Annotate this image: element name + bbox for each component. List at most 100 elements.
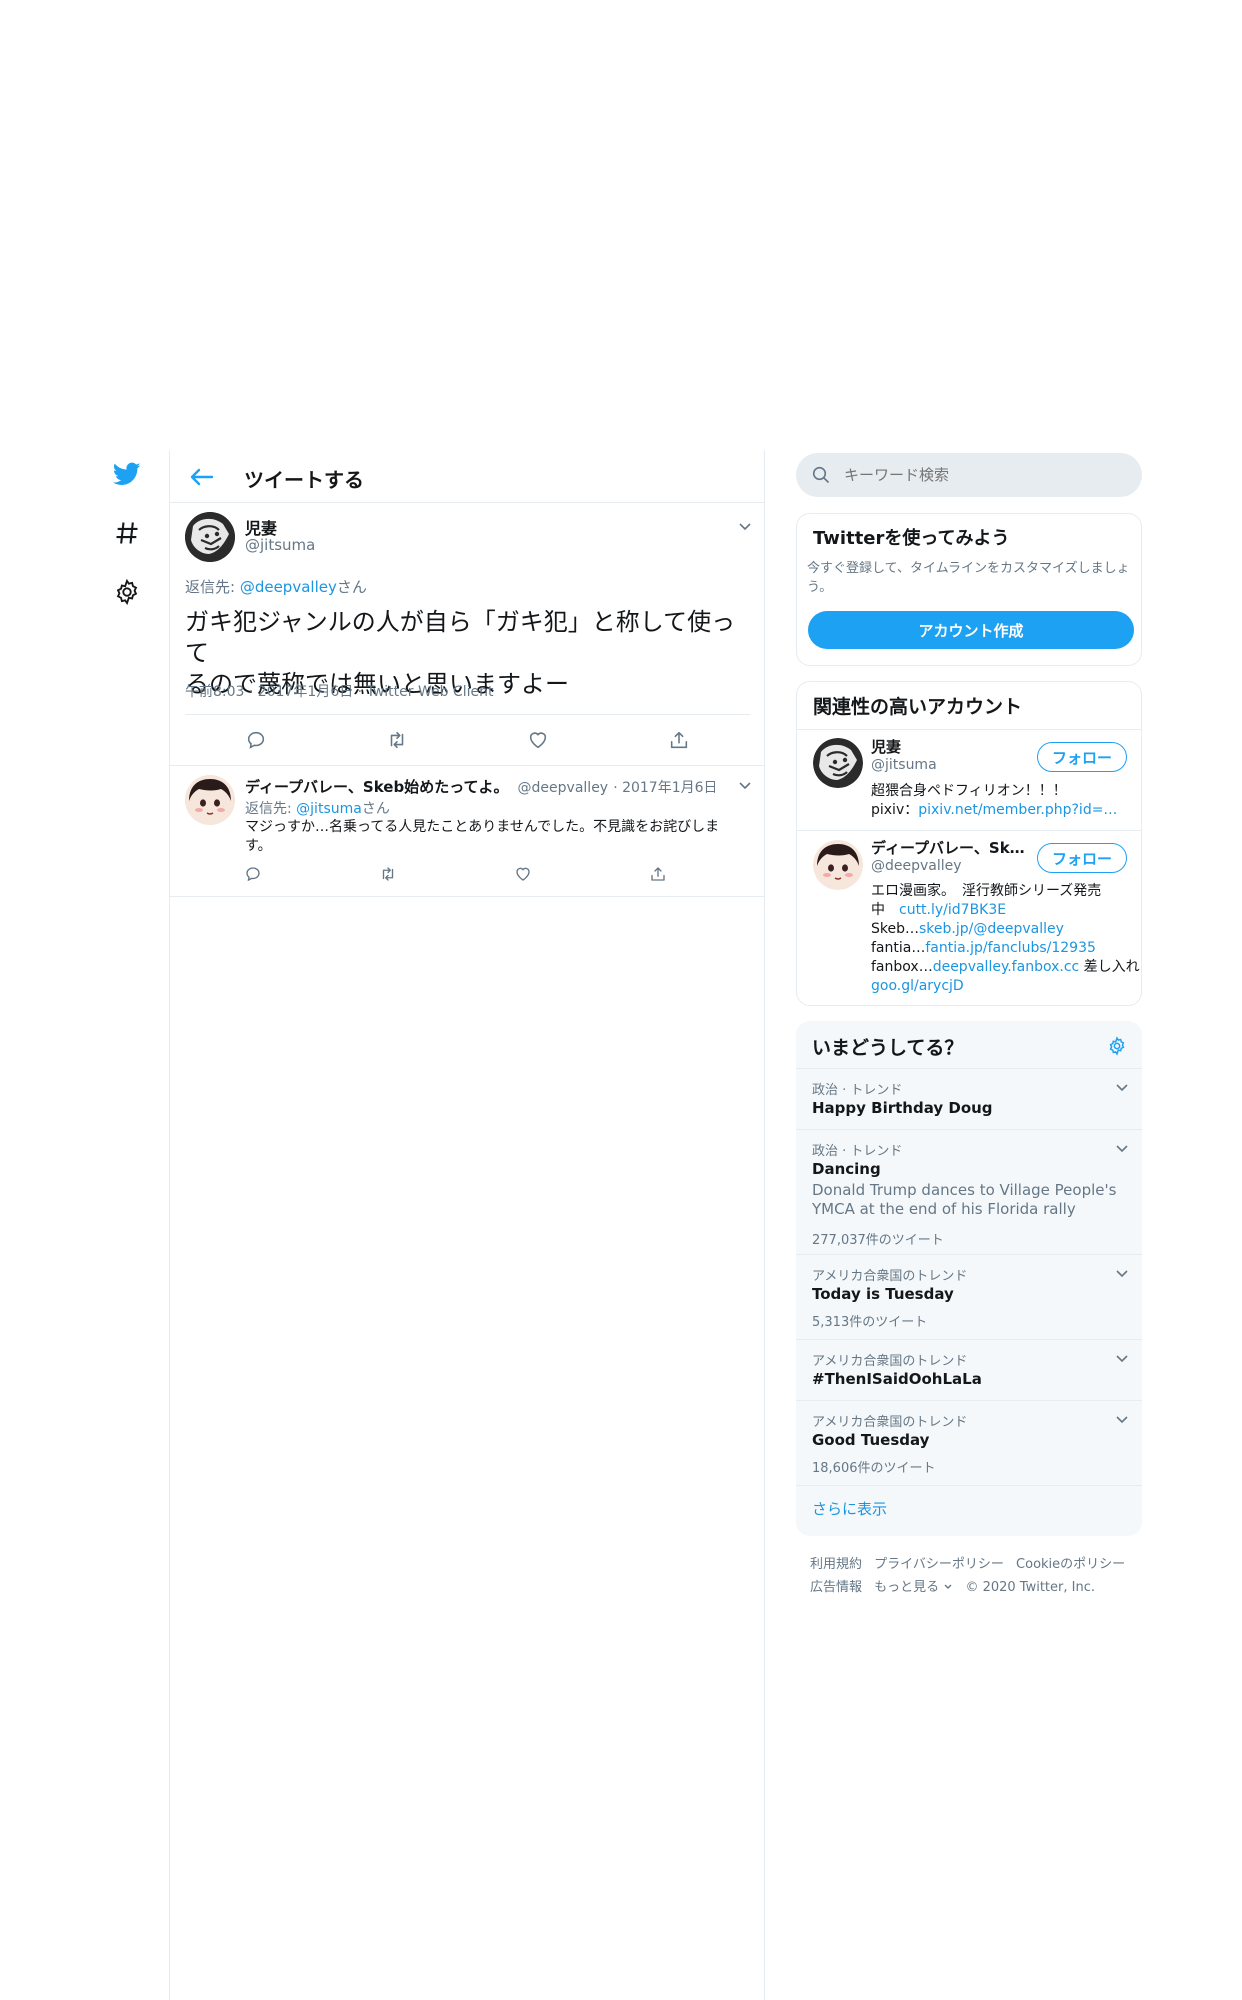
- follow-button[interactable]: フォロー: [1037, 843, 1127, 873]
- trend-description-line: Donald Trump dances to Village People's: [812, 1181, 1117, 1199]
- bio-link[interactable]: skeb.jp/@deepvalley: [919, 921, 1064, 937]
- share-icon[interactable]: [668, 729, 692, 753]
- search-input[interactable]: [844, 463, 1124, 487]
- settings-icon[interactable]: [1107, 1036, 1127, 1056]
- reply-to-link[interactable]: @deepvalley: [240, 578, 337, 596]
- tweet-timestamp[interactable]: 午前8:03 · 2017年1月6日 · Twitter Web Client: [185, 681, 493, 701]
- chevron-down-icon[interactable]: [1114, 1079, 1130, 1095]
- retweet-icon[interactable]: [379, 865, 403, 889]
- trend-name: Happy Birthday Doug: [812, 1099, 993, 1117]
- reply-text: マジっすか…名乗ってる人見たことありませんでした。不見識をお詫びしま す。: [245, 818, 755, 856]
- avatar[interactable]: [185, 512, 235, 562]
- reply-icon[interactable]: [244, 865, 268, 889]
- like-icon[interactable]: [514, 865, 538, 889]
- trend-category: アメリカ合衆国のトレンド: [812, 1354, 968, 1369]
- trend-name: Dancing: [812, 1160, 881, 1178]
- settings-icon[interactable]: [111, 576, 143, 608]
- reply-to-link[interactable]: @jitsuma: [296, 801, 362, 817]
- footer-privacy-link[interactable]: プライバシーポリシー: [874, 1557, 1004, 1572]
- account-name[interactable]: ディープバレー、Sk…: [871, 837, 1031, 858]
- trend-description-line: YMCA at the end of his Florida rally: [812, 1200, 1076, 1218]
- tweet-divider: [185, 714, 750, 715]
- reply-icon[interactable]: [245, 729, 269, 753]
- account-handle[interactable]: @jitsuma: [871, 757, 937, 773]
- bio-text: Skeb…: [871, 921, 919, 937]
- show-more-link[interactable]: さらに表示: [812, 1498, 887, 1519]
- bio-link[interactable]: deepvalley.fanbox.cc: [933, 959, 1080, 975]
- chevron-down-icon[interactable]: [1114, 1411, 1130, 1427]
- bio-link[interactable]: goo.gl/arycjD: [871, 978, 964, 994]
- footer-cookie-link[interactable]: Cookieのポリシー: [1016, 1557, 1125, 1572]
- bio-link[interactable]: cutt.ly/id7BK3E: [899, 902, 1006, 918]
- like-icon[interactable]: [527, 729, 551, 753]
- main-column-right-border: [764, 450, 765, 2000]
- bio-link[interactable]: pixiv.net/member.php?id=…: [918, 802, 1117, 818]
- search-bar[interactable]: [796, 453, 1142, 497]
- reply-author-name[interactable]: ディープバレー、Skeb始めたってよ。: [245, 778, 508, 796]
- header-divider: [170, 502, 764, 503]
- follow-button[interactable]: フォロー: [1037, 742, 1127, 772]
- trend-name: Good Tuesday: [812, 1431, 930, 1449]
- account-handle[interactable]: @deepvalley: [871, 858, 962, 874]
- reply-date[interactable]: · 2017年1月6日: [613, 780, 715, 796]
- trend-item[interactable]: アメリカ合衆国のトレンド #ThenISaidOohLaLa: [796, 1340, 1142, 1400]
- reply-divider: [170, 896, 764, 897]
- trend-divider: [796, 1485, 1142, 1486]
- trend-item[interactable]: 政治 · トレンド Happy Birthday Doug: [796, 1069, 1142, 1129]
- bio-text: pixiv：: [871, 802, 919, 818]
- chevron-down-icon[interactable]: [943, 1580, 953, 1595]
- chevron-down-icon[interactable]: [1114, 1140, 1130, 1156]
- account-bio-line: Skeb…skeb.jp/@deepvalley: [871, 920, 1133, 939]
- trend-name: Today is Tuesday: [812, 1285, 954, 1303]
- chevron-down-icon[interactable]: [1114, 1265, 1130, 1281]
- chevron-down-icon[interactable]: [1114, 1350, 1130, 1366]
- account-bio-line: 超猥合身ペドフィリオン！！！: [871, 783, 1067, 799]
- footer-links-row2: 広告情報 もっと見る © 2020 Twitter, Inc.: [810, 1576, 1095, 1595]
- tweet-author-handle[interactable]: @jitsuma: [245, 536, 315, 554]
- account-bio-line: fantia…fantia.jp/fanclubs/12935: [871, 939, 1133, 958]
- share-icon[interactable]: [649, 865, 673, 889]
- related-accounts-card: 関連性の高いアカウント 児妻 @jitsuma フォロー 超猥合身ペドフィリオン…: [796, 681, 1142, 1006]
- bio-text: fantia…: [871, 940, 926, 956]
- trends-card: いまどうしてる？ 政治 · トレンド Happy Birthday Doug 政…: [796, 1021, 1142, 1536]
- reply-text-line: す。: [245, 838, 272, 854]
- footer-copyright: © 2020 Twitter, Inc.: [965, 1580, 1095, 1595]
- footer-more-link[interactable]: もっと見る: [874, 1580, 939, 1595]
- avatar[interactable]: [185, 775, 235, 825]
- page-title: ツイートする: [244, 468, 364, 492]
- signup-description-line: う。: [807, 580, 833, 595]
- account-name[interactable]: 児妻: [871, 736, 901, 757]
- hashtag-icon[interactable]: [111, 517, 143, 549]
- avatar[interactable]: [813, 840, 863, 890]
- bio-link[interactable]: fantia.jp/fanclubs/12935: [925, 940, 1096, 956]
- create-account-button[interactable]: アカウント作成: [808, 611, 1134, 649]
- twitter-bird-icon[interactable]: [111, 458, 143, 490]
- signup-card: Twitterを使ってみよう 今すぐ登録して、タイムラインをカスタマイズしましょ…: [796, 513, 1142, 666]
- trend-item[interactable]: アメリカ合衆国のトレンド Good Tuesday 18,606件のツイート: [796, 1401, 1142, 1485]
- account-bio-line: goo.gl/arycjD: [871, 977, 1133, 996]
- trend-category: 政治 · トレンド: [812, 1083, 903, 1098]
- footer-ads-link[interactable]: 広告情報: [810, 1580, 862, 1595]
- trend-item[interactable]: 政治 · トレンド Dancing Donald Trump dances to…: [796, 1130, 1142, 1254]
- trend-item[interactable]: アメリカ合衆国のトレンド Today is Tuesday 5,313件のツイー…: [796, 1255, 1142, 1339]
- reply-to-suffix: さん: [361, 801, 390, 817]
- reply-text-line: マジっすか…名乗ってる人見たことありませんでした。不見識をお詫びしま: [245, 819, 720, 835]
- account-bio: 超猥合身ペドフィリオン！！！ pixiv：pixiv.net/member.ph…: [871, 782, 1131, 820]
- reply-header: ディープバレー、Skeb始めたってよ。 @deepvalley · 2017年1…: [245, 776, 715, 797]
- reply-to-prefix: 返信先:: [245, 801, 297, 817]
- tweet-bottom-divider: [170, 765, 764, 766]
- footer-terms-link[interactable]: 利用規約: [810, 1557, 862, 1572]
- back-arrow-icon[interactable]: [188, 466, 216, 488]
- avatar[interactable]: [813, 738, 863, 788]
- tweet-text-line: ガキ犯ジャンルの人が自ら「ガキ犯」と称して使って: [185, 608, 736, 667]
- trend-name: #ThenISaidOohLaLa: [812, 1370, 982, 1388]
- search-icon: [812, 466, 830, 484]
- reply-author-handle[interactable]: @deepvalley: [518, 780, 609, 796]
- trend-description: Donald Trump dances to Village People's …: [812, 1181, 1132, 1219]
- retweet-icon[interactable]: [386, 729, 410, 753]
- chevron-down-icon[interactable]: [737, 518, 753, 534]
- trend-category: 政治 · トレンド: [812, 1144, 903, 1159]
- chevron-down-icon[interactable]: [737, 777, 753, 793]
- main-column-left-border: [169, 450, 170, 2000]
- trend-count: 5,313件のツイート: [812, 1315, 928, 1330]
